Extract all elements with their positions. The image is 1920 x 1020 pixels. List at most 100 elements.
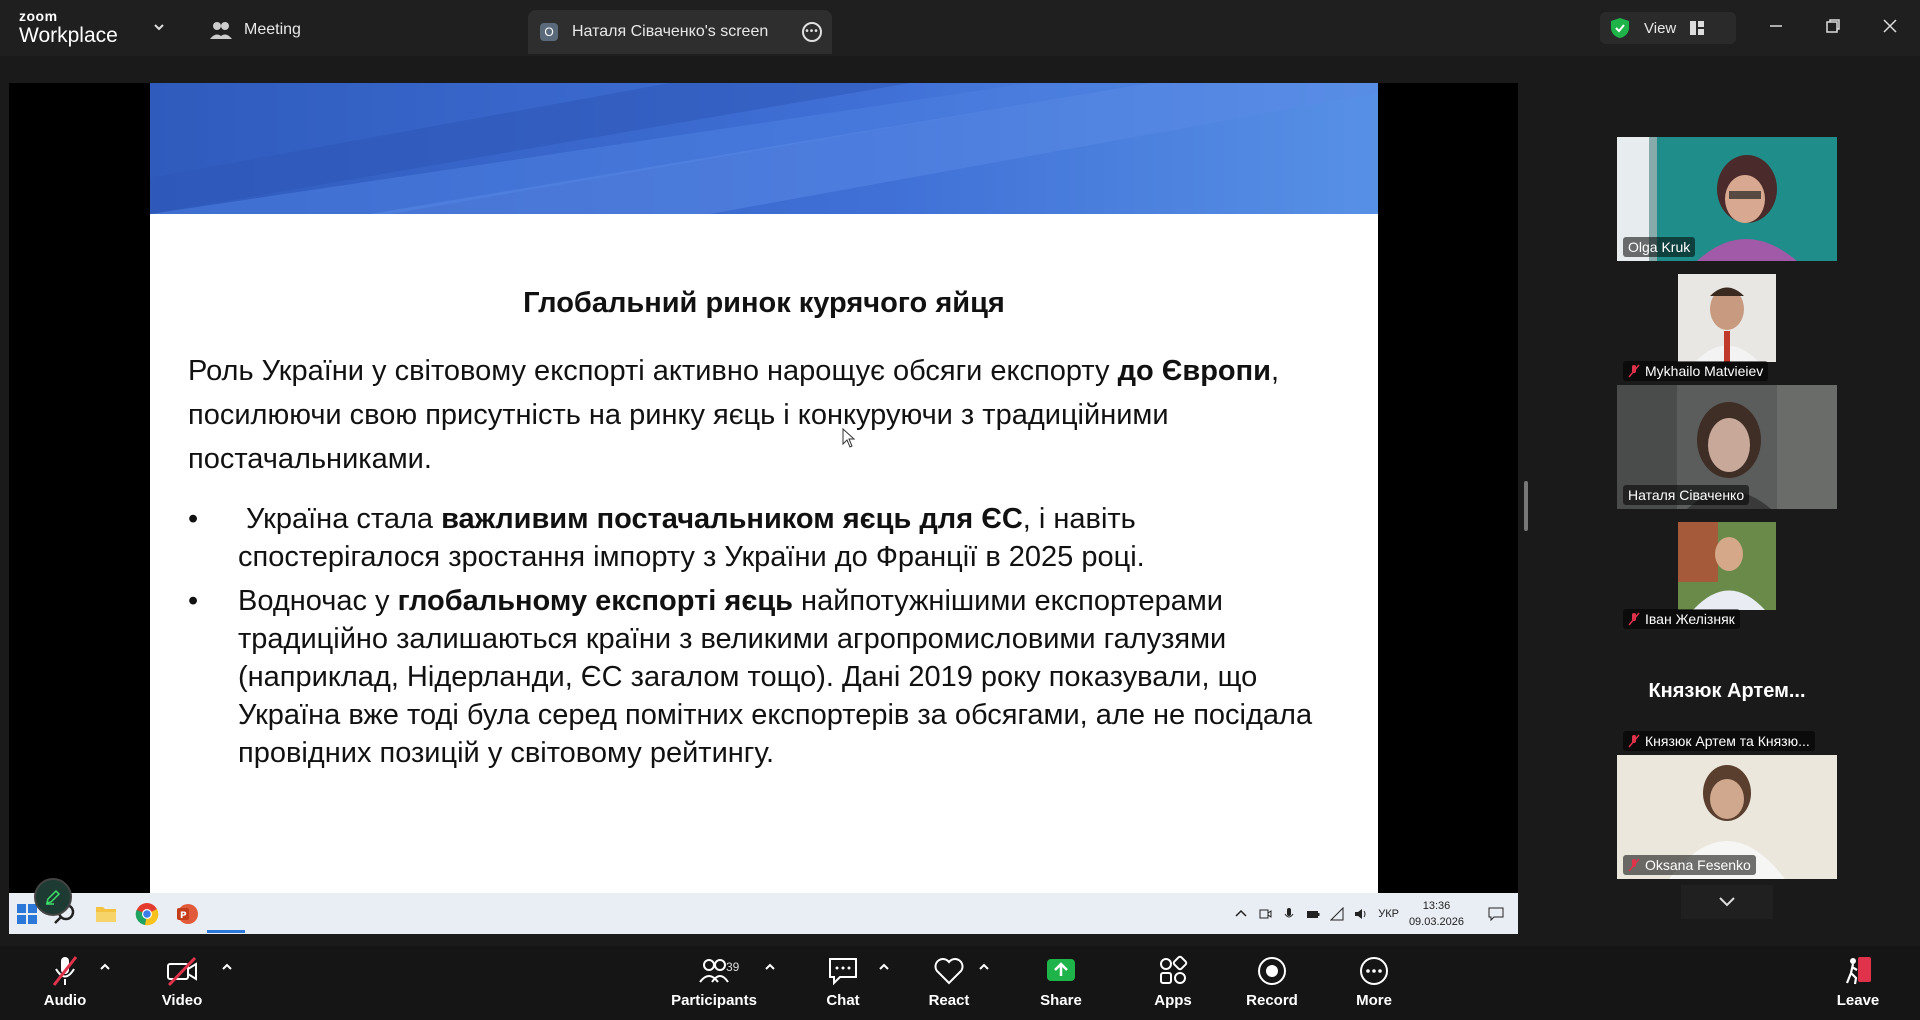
volume-icon[interactable]: [1354, 907, 1368, 921]
audio-button[interactable]: Audio: [25, 954, 105, 1009]
microphone-icon[interactable]: [1282, 907, 1296, 921]
react-label: React: [928, 992, 970, 1009]
participants-count: 39: [726, 960, 740, 974]
para-bold: до Європи: [1117, 355, 1271, 387]
scroll-participants-down[interactable]: [1681, 885, 1773, 919]
participant-name-text: Наталя Сіваченко: [1628, 487, 1745, 503]
slide-paragraph: Роль України у світовому експорті активн…: [188, 349, 1308, 481]
panel-resize-handle[interactable]: [1524, 481, 1528, 531]
tab-meeting-label: Meeting: [244, 21, 301, 38]
tab-shared-screen[interactable]: O Наталя Сіваченко's screen •••: [528, 10, 832, 54]
close-icon[interactable]: [1878, 14, 1902, 38]
bullet-marker: •: [188, 503, 199, 535]
participant-name-text: Іван Желізняк: [1645, 611, 1735, 627]
record-label: Record: [1246, 992, 1298, 1009]
presentation-slide: Глобальний ринок курячого яйця Роль Укра…: [150, 83, 1378, 893]
chevron-down-icon: [1719, 897, 1735, 907]
svg-text:P: P: [180, 911, 187, 921]
chevron-down-icon[interactable]: [152, 20, 166, 34]
para-text-1: Роль України у світовому експорті активн…: [188, 355, 1118, 387]
apps-label: Apps: [1154, 992, 1192, 1009]
more-label: More: [1356, 992, 1392, 1009]
participant-name-text: Князюк Артем та Князю...: [1645, 733, 1810, 749]
leave-button[interactable]: Leave: [1818, 954, 1898, 1009]
participant-name-text: Mykhailo Matvieiev: [1645, 363, 1764, 379]
clock-time: 13:36: [1422, 899, 1451, 912]
tab-screen-label: Наталя Сіваченко's screen: [572, 23, 769, 40]
muted-mic-icon: [1628, 612, 1640, 626]
participant-tile[interactable]: Іван Желізняк: [1617, 509, 1837, 633]
slide-bullet-list: • Україна стала важливим постачальником …: [188, 500, 1338, 778]
bullet-item: • Водночас у глобальному експорті яєць н…: [188, 582, 1338, 772]
audio-options-caret-icon[interactable]: [99, 962, 111, 972]
shield-icon: [1611, 18, 1629, 38]
chrome-icon[interactable]: [135, 902, 159, 926]
bullet-2-bold: глобальному експорті яєць: [397, 585, 793, 617]
view-label: View: [1644, 19, 1677, 37]
share-label: Share: [1040, 992, 1082, 1009]
slide-header-banner: [150, 83, 1378, 214]
heart-icon: [934, 958, 964, 985]
meet-icon[interactable]: [1258, 907, 1272, 921]
participants-label: Participants: [671, 992, 757, 1009]
restore-icon[interactable]: [1821, 14, 1845, 38]
participant-name: Князюк Артем та Князю...: [1623, 731, 1815, 751]
participant-name-text: Oksana Fesenko: [1645, 857, 1751, 873]
participant-name-text: Olga Kruk: [1628, 239, 1691, 255]
keyboard-language[interactable]: УКР: [1378, 908, 1399, 920]
more-options-icon[interactable]: •••: [802, 22, 822, 42]
file-explorer-icon[interactable]: [94, 902, 118, 926]
view-button[interactable]: View: [1600, 12, 1736, 44]
title-bar: zoom Workplace Meeting O Наталя Сіваченк…: [0, 0, 1920, 56]
network-icon[interactable]: [1330, 906, 1344, 921]
more-icon: [1360, 957, 1388, 985]
participant-tile[interactable]: Olga Kruk: [1617, 137, 1837, 261]
tab-meeting[interactable]: Meeting: [210, 16, 301, 44]
share-screen-icon: [1047, 959, 1075, 981]
brand-zoom: zoom: [19, 8, 58, 24]
participant-no-video-name[interactable]: Князюк Артем...: [1617, 680, 1837, 703]
minimize-icon[interactable]: [1764, 14, 1788, 38]
leave-icon: [1845, 957, 1871, 985]
more-button[interactable]: More: [1334, 954, 1414, 1009]
chat-options-caret-icon[interactable]: [878, 962, 890, 972]
bullet-1-text-1: Україна стала: [238, 503, 442, 535]
zoom-logo[interactable]: zoom Workplace: [19, 9, 118, 46]
share-button[interactable]: Share: [1021, 954, 1101, 1009]
apps-button[interactable]: Apps: [1133, 954, 1213, 1009]
participant-name: Іван Желізняк: [1623, 609, 1740, 629]
participants-options-caret-icon[interactable]: [764, 962, 776, 972]
record-icon: [1258, 957, 1286, 985]
participant-tile[interactable]: Oksana Fesenko: [1617, 755, 1837, 879]
participants-button[interactable]: Participants: [664, 954, 764, 1009]
windows-taskbar: P УКР 13:36 09.03.2026: [9, 893, 1518, 934]
muted-mic-icon: [1628, 858, 1640, 872]
active-app-indicator: [207, 930, 245, 933]
record-button[interactable]: Record: [1232, 954, 1312, 1009]
video-options-caret-icon[interactable]: [221, 962, 233, 972]
bullet-marker: •: [188, 585, 199, 617]
shared-screen: Глобальний ринок курячого яйця Роль Укра…: [9, 83, 1518, 934]
react-options-caret-icon[interactable]: [978, 962, 990, 972]
powerpoint-icon[interactable]: P: [175, 902, 199, 926]
bullet-item: • Україна стала важливим постачальником …: [188, 500, 1338, 576]
participant-tile-active-speaker[interactable]: Наталя Сіваченко: [1617, 385, 1837, 509]
participant-tile[interactable]: Mykhailo Matvieiev: [1617, 261, 1837, 385]
audio-label: Audio: [43, 992, 87, 1009]
bullet-2-text-1: Водночас у: [238, 585, 398, 617]
chevron-up-icon[interactable]: [1234, 907, 1248, 921]
slide-title: Глобальний ринок курячого яйця: [523, 287, 1005, 319]
clock-date: 09.03.2026: [1408, 915, 1464, 928]
video-button[interactable]: Video: [142, 954, 222, 1009]
notifications-icon[interactable]: [1488, 906, 1504, 922]
mouse-cursor-icon: [842, 428, 856, 448]
battery-icon[interactable]: [1306, 907, 1320, 921]
react-button[interactable]: React: [909, 954, 989, 1009]
meeting-toolbar: Audio Video Participants 39 Chat React S…: [0, 946, 1920, 1020]
taskbar-clock[interactable]: 13:36 09.03.2026: [1409, 898, 1464, 930]
participant-tile-label[interactable]: Князюк Артем та Князю...: [1617, 728, 1837, 753]
chat-button[interactable]: Chat: [803, 954, 883, 1009]
participant-name: Наталя Сіваченко: [1623, 485, 1750, 505]
system-tray: УКР 13:36 09.03.2026: [1234, 893, 1504, 934]
annotate-pen-icon[interactable]: [34, 878, 72, 916]
